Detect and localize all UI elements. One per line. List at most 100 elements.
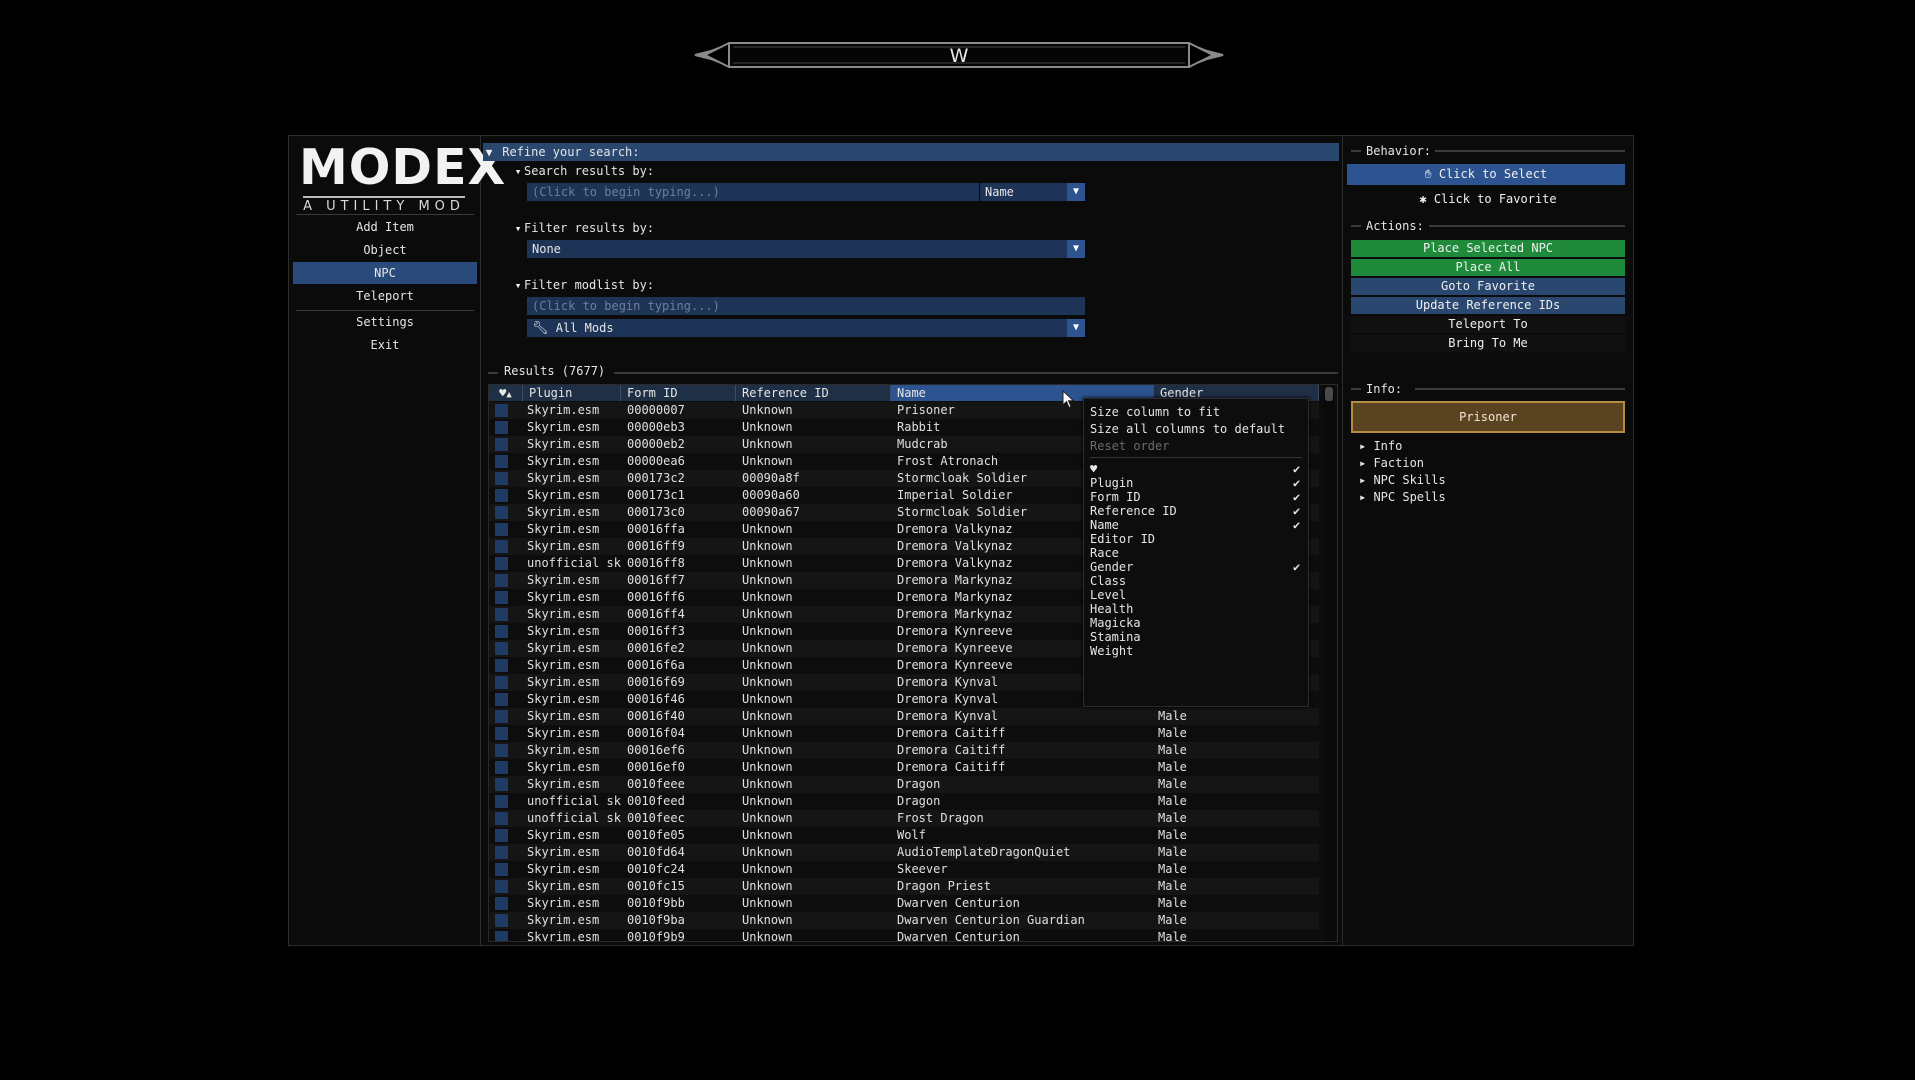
table-row[interactable]: Skyrim.esm 00016ef0 Unknown Dremora Caitiff… <box>489 759 1319 776</box>
table-row[interactable]: Skyrim.esm 00016f04 Unknown Dremora Caitiff… <box>489 725 1319 742</box>
favorite-checkbox[interactable] <box>495 540 508 553</box>
plugin-cell: Skyrim.esm <box>527 573 600 587</box>
column-header-plugin[interactable]: Plugin <box>523 385 621 401</box>
favorite-checkbox[interactable] <box>495 557 508 570</box>
name-cell: Skeever <box>897 862 948 876</box>
filter-by-section[interactable]: ▾ Filter results by: <box>512 221 654 235</box>
favorite-checkbox[interactable] <box>495 846 508 859</box>
actions-label: Actions: <box>1366 219 1424 233</box>
click-to-select-button[interactable]: ✋︎ Click to Select <box>1347 164 1625 185</box>
behavior-label: Behavior: <box>1366 144 1432 158</box>
favorite-checkbox[interactable] <box>495 574 508 587</box>
modlist-section[interactable]: ▾ Filter modlist by: <box>512 278 654 292</box>
sort-ascending-icon: ▲ <box>506 390 512 400</box>
bring-to-me-button[interactable]: Bring To Me <box>1351 335 1625 352</box>
sidebar-item-npc[interactable]: NPC <box>293 262 477 284</box>
reference-id-cell: Unknown <box>742 403 793 417</box>
place-all-button[interactable]: Place All <box>1351 259 1625 276</box>
favorite-checkbox[interactable] <box>495 829 508 842</box>
table-row[interactable]: Skyrim.esm 0010fe05 Unknown Wolf Male <box>489 827 1319 844</box>
click-to-favorite-button[interactable]: ✱ Click to Favorite <box>1351 189 1625 210</box>
favorite-checkbox[interactable] <box>495 404 508 417</box>
modlist-search-input[interactable]: (Click to begin typing...) <box>527 297 1085 315</box>
favorite-checkbox[interactable] <box>495 778 508 791</box>
favorite-checkbox[interactable] <box>495 455 508 468</box>
table-row[interactable]: Skyrim.esm 0010f9b9 Unknown Dwarven Centuri… <box>489 929 1319 942</box>
favorite-checkbox[interactable] <box>495 472 508 485</box>
sidebar-item-teleport[interactable]: Teleport <box>293 285 477 307</box>
table-row[interactable]: unofficial skyrim 0010feed Unknown Dragon Ma… <box>489 793 1319 810</box>
table-row[interactable]: Skyrim.esm 0010fc24 Unknown Skeever Male <box>489 861 1319 878</box>
menu-column-weight[interactable]: Weight <box>1090 643 1133 660</box>
favorite-checkbox[interactable] <box>495 489 508 502</box>
favorite-checkbox[interactable] <box>495 438 508 451</box>
menu-item-size-column[interactable]: Size column to fit <box>1090 404 1220 421</box>
favorite-checkbox[interactable] <box>495 863 508 876</box>
column-header-form-id[interactable]: Form ID <box>621 385 736 401</box>
favorite-checkbox[interactable] <box>495 812 508 825</box>
favorite-checkbox[interactable] <box>495 931 508 941</box>
table-row[interactable]: Skyrim.esm 00016ef6 Unknown Dremora Caitiff… <box>489 742 1319 759</box>
modlist-select[interactable]: 🔧︎ All Mods ▼ <box>527 319 1085 337</box>
tree-node-npc-skills[interactable]: ▸ NPC Skills <box>1359 472 1446 489</box>
favorite-checkbox[interactable] <box>495 744 508 757</box>
reference-id-cell: Unknown <box>742 930 793 942</box>
results-scrollbar[interactable] <box>1323 385 1335 941</box>
favorite-checkbox[interactable] <box>495 727 508 740</box>
favorite-checkbox[interactable] <box>495 880 508 893</box>
checkmark-icon: ✔ <box>1293 518 1301 532</box>
filter-results-select[interactable]: None ▼ <box>527 240 1085 258</box>
search-field-select[interactable]: Name ▼ <box>980 183 1085 201</box>
sidebar-item-object[interactable]: Object <box>293 239 477 261</box>
sidebar-item-exit[interactable]: Exit <box>293 334 477 356</box>
refine-search-header[interactable]: ▼ Refine your search: <box>483 143 1339 161</box>
plugin-cell: unofficial skyrim <box>527 811 621 825</box>
reference-id-cell: 00090a60 <box>742 488 800 502</box>
favorite-checkbox[interactable] <box>495 523 508 536</box>
tree-node-faction[interactable]: ▸ Faction <box>1359 455 1424 472</box>
search-input[interactable]: (Click to begin typing...) <box>527 183 979 201</box>
favorite-checkbox[interactable] <box>495 795 508 808</box>
plugin-cell: Skyrim.esm <box>527 471 600 485</box>
sidebar-item-add-item[interactable]: Add Item <box>293 216 477 238</box>
table-row[interactable]: Skyrim.esm 0010f9bb Unknown Dwarven Centuri… <box>489 895 1319 912</box>
table-row[interactable]: Skyrim.esm 0010feee Unknown Dragon Male <box>489 776 1319 793</box>
search-by-section[interactable]: ▾ Search results by: <box>512 164 654 178</box>
sidebar-item-settings[interactable]: Settings <box>293 311 477 333</box>
favorite-checkbox[interactable] <box>495 897 508 910</box>
favorite-checkbox[interactable] <box>495 676 508 689</box>
favorite-checkbox[interactable] <box>495 659 508 672</box>
table-row[interactable]: unofficial skyrim 0010feec Unknown Frost Dr… <box>489 810 1319 827</box>
teleport-to-button[interactable]: Teleport To <box>1351 316 1625 333</box>
favorite-checkbox[interactable] <box>495 710 508 723</box>
table-row[interactable]: Skyrim.esm 0010fd64 Unknown AudioTemplateDr… <box>489 844 1319 861</box>
menu-item-size-all-columns[interactable]: Size all columns to default <box>1090 421 1285 438</box>
table-row[interactable]: Skyrim.esm 00016f40 Unknown Dremora Kynval M… <box>489 708 1319 725</box>
favorite-checkbox[interactable] <box>495 914 508 927</box>
update-reference-ids-button[interactable]: Update Reference IDs <box>1351 297 1625 314</box>
name-cell: Wolf <box>897 828 926 842</box>
column-header-reference-id[interactable]: Reference ID <box>736 385 891 401</box>
favorite-checkbox[interactable] <box>495 625 508 638</box>
favorite-checkbox[interactable] <box>495 761 508 774</box>
tree-node-npc-spells[interactable]: ▸ NPC Spells <box>1359 489 1446 506</box>
table-row[interactable]: Skyrim.esm 0010f9ba Unknown Dwarven Centuri… <box>489 912 1319 929</box>
favorite-checkbox[interactable] <box>495 506 508 519</box>
gender-cell: Male <box>1158 709 1187 723</box>
gender-cell: Male <box>1158 760 1187 774</box>
place-selected-npc-button[interactable]: Place Selected NPC <box>1351 240 1625 257</box>
favorite-checkbox[interactable] <box>495 421 508 434</box>
favorite-checkbox[interactable] <box>495 608 508 621</box>
scrollbar-thumb[interactable] <box>1325 387 1333 401</box>
gender-cell: Male <box>1158 862 1187 876</box>
tree-node-info[interactable]: ▸ Info <box>1359 438 1402 455</box>
favorite-icon: ✱ <box>1419 192 1427 206</box>
name-cell: Dremora Caitiff <box>897 726 1006 740</box>
favorite-checkbox[interactable] <box>495 591 508 604</box>
goto-favorite-button[interactable]: Goto Favorite <box>1351 278 1625 295</box>
favorite-checkbox[interactable] <box>495 693 508 706</box>
favorite-column-header[interactable]: ♥▲ <box>489 385 523 401</box>
table-row[interactable]: Skyrim.esm 0010fc15 Unknown Dragon Priest Ma… <box>489 878 1319 895</box>
compass-heading: W <box>950 45 969 67</box>
favorite-checkbox[interactable] <box>495 642 508 655</box>
